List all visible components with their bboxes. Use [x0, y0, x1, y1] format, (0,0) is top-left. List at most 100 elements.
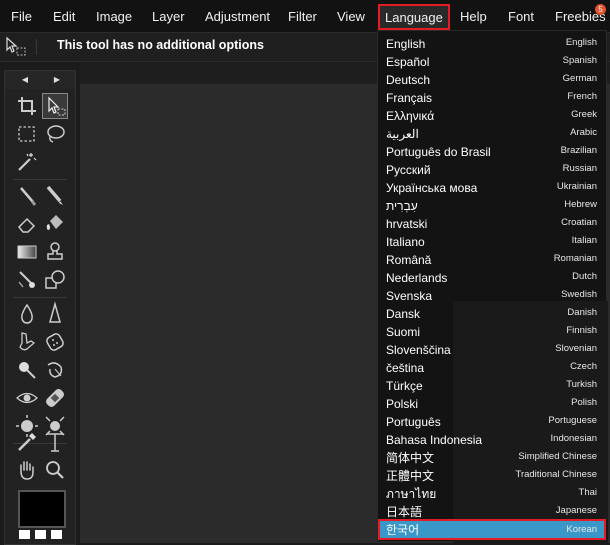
language-item-polish[interactable]: Polski Polish [378, 394, 606, 412]
magic-wand-icon[interactable] [14, 149, 40, 175]
hand-icon[interactable] [14, 457, 40, 483]
language-native-label: Português do Brasil [386, 145, 491, 159]
language-native-label: Türkçe [386, 379, 423, 393]
sponge-icon[interactable] [42, 329, 68, 355]
lasso-icon[interactable] [42, 121, 68, 147]
menu-filter[interactable]: Filter [288, 0, 317, 32]
language-native-label: Suomi [386, 325, 421, 339]
language-native-label: Français [386, 91, 433, 105]
language-native-label: Dansk [386, 307, 421, 321]
transform-selection-icon[interactable] [4, 35, 28, 57]
language-item-arabic[interactable]: العربية Arabic [378, 124, 606, 142]
select-arrow-icon[interactable] [42, 93, 68, 119]
language-english-label: Portuguese [548, 415, 597, 426]
language-english-label: English [565, 37, 597, 48]
secondary-color-swatch[interactable] [51, 530, 62, 539]
language-item-italian[interactable]: Italiano Italian [378, 232, 606, 250]
dodge-icon[interactable] [14, 357, 40, 383]
language-item-danish[interactable]: Dansk Danish [378, 304, 606, 322]
sharpen-icon[interactable] [42, 301, 68, 327]
rect-marquee-icon[interactable] [14, 121, 40, 147]
primary-color-swatch[interactable] [18, 490, 66, 528]
language-item-slovenian[interactable]: Slovenščina Slovenian [378, 340, 606, 358]
language-native-label: ภาษาไทย [386, 487, 437, 501]
stamp-icon[interactable] [42, 239, 68, 265]
paint-bucket-icon[interactable] [42, 211, 68, 237]
language-english-label: Arabic [570, 127, 597, 138]
language-item-ukrainian[interactable]: Українська мова Ukrainian [378, 178, 606, 196]
eraser-icon[interactable] [14, 211, 40, 237]
spot-heal-icon[interactable] [42, 385, 68, 411]
language-item-thai[interactable]: ภาษาไทย Thai [378, 484, 606, 502]
language-native-label: hrvatski [386, 217, 428, 231]
shape-icon[interactable] [42, 267, 68, 293]
language-item-greek[interactable]: Ελληνικά Greek [378, 106, 606, 124]
language-item-portuguese[interactable]: Português Portuguese [378, 412, 606, 430]
menu-language[interactable]: Language [378, 4, 450, 30]
language-item-japanese[interactable]: 日本語 Japanese [378, 502, 606, 520]
prev-arrow-icon[interactable]: ◀ [15, 73, 35, 87]
menu-edit[interactable]: Edit [53, 0, 75, 32]
color-replace-icon[interactable] [14, 267, 40, 293]
smudge-icon[interactable] [14, 329, 40, 355]
language-english-label: Finnish [566, 325, 597, 336]
type-icon[interactable] [42, 429, 68, 455]
language-item-english[interactable]: English English [378, 34, 606, 52]
menu-layer[interactable]: Layer [152, 0, 185, 32]
language-item-swedish[interactable]: Svenska Swedish [378, 286, 606, 304]
language-native-label: Nederlands [386, 271, 448, 285]
language-native-label: Polski [386, 397, 419, 411]
language-english-label: Russian [562, 163, 597, 174]
menu-font[interactable]: Font [508, 0, 534, 32]
language-english-label: Hebrew [564, 199, 597, 210]
language-english-label: Indonesian [550, 433, 597, 444]
blur-icon[interactable] [14, 301, 40, 327]
language-english-label: Thai [578, 487, 597, 498]
crop-icon[interactable] [14, 93, 40, 119]
language-english-label: Greek [571, 109, 597, 120]
language-native-label: Português [386, 415, 441, 429]
burn-icon[interactable] [42, 357, 68, 383]
language-native-label: Українська мова [386, 181, 478, 195]
language-item-dutch[interactable]: Nederlands Dutch [378, 268, 606, 286]
language-native-label: 简体中文 [386, 451, 435, 465]
menu-help[interactable]: Help [460, 0, 487, 32]
options-message: This tool has no additional options [57, 38, 264, 52]
language-item-indonesian[interactable]: Bahasa Indonesia Indonesian [378, 430, 606, 448]
language-english-label: Polish [571, 397, 597, 408]
language-item-romanian[interactable]: Română Romanian [378, 250, 606, 268]
menu-view[interactable]: View [337, 0, 365, 32]
language-item-traditional-chinese[interactable]: 正體中文 Traditional Chinese [378, 466, 606, 484]
menu-file[interactable]: File [11, 0, 32, 32]
language-english-label: Japanese [555, 505, 597, 516]
language-item-finnish[interactable]: Suomi Finnish [378, 322, 606, 340]
language-english-label: Dutch [572, 271, 597, 282]
language-item-french[interactable]: Français French [378, 88, 606, 106]
reset-colors-swatch[interactable] [35, 530, 46, 539]
gradient-icon[interactable] [14, 239, 40, 265]
menubar: File Edit Image Layer Adjustment Filter … [0, 0, 610, 33]
swap-colors-swatch[interactable] [19, 530, 30, 539]
brush-icon[interactable] [14, 183, 40, 209]
language-native-label: Română [386, 253, 432, 267]
pencil-icon[interactable] [42, 183, 68, 209]
language-item-german[interactable]: Deutsch German [378, 70, 606, 88]
menu-adjustment[interactable]: Adjustment [205, 0, 270, 32]
language-item-czech[interactable]: čeština Czech [378, 358, 606, 376]
language-english-label: Danish [567, 307, 597, 318]
menu-image[interactable]: Image [96, 0, 132, 32]
red-eye-icon[interactable] [14, 385, 40, 411]
tool-panel: ◀ ▶ [4, 70, 76, 545]
color-picker-icon[interactable] [14, 429, 40, 455]
language-item-croatian[interactable]: hrvatski Croatian [378, 214, 606, 232]
language-item-russian[interactable]: Русский Russian [378, 160, 606, 178]
language-item-turkish[interactable]: Türkçe Turkish [378, 376, 606, 394]
language-item-hebrew[interactable]: עִבְרִית Hebrew [378, 196, 606, 214]
language-english-label: Brazilian [560, 145, 597, 156]
language-item-brazilian[interactable]: Português do Brasil Brazilian [378, 142, 606, 160]
language-item-simplified-chinese[interactable]: 简体中文 Simplified Chinese [378, 448, 606, 466]
zoom-icon[interactable] [42, 457, 68, 483]
next-arrow-icon[interactable]: ▶ [47, 73, 67, 87]
language-item-spanish[interactable]: Español Spanish [378, 52, 606, 70]
language-item-korean[interactable]: 한국어 Korean [378, 519, 606, 540]
